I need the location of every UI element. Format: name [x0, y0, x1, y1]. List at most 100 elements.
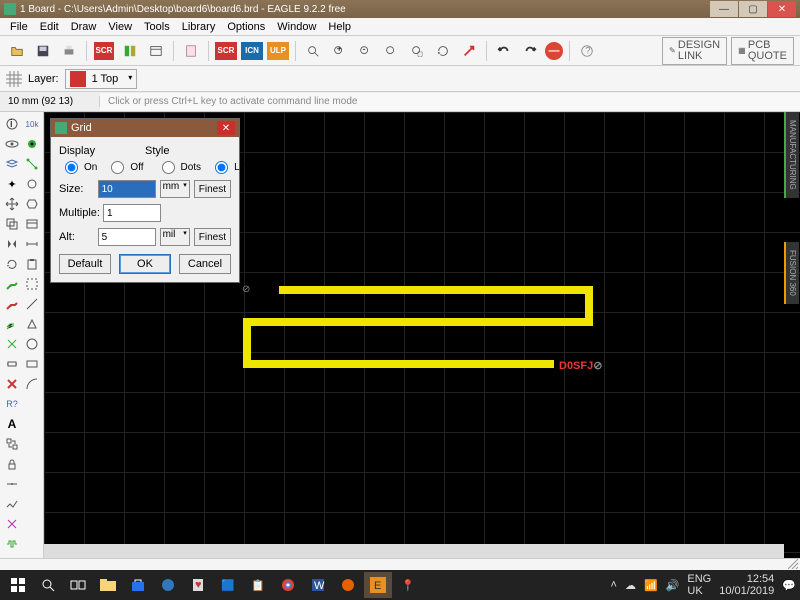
ratsnest-tool[interactable] [3, 515, 21, 533]
menu-view[interactable]: View [102, 21, 138, 33]
attribute-tool[interactable] [23, 215, 41, 233]
mark-tool[interactable]: ✦ [3, 175, 21, 193]
route-tool[interactable] [3, 275, 21, 293]
ok-button[interactable]: OK [119, 254, 171, 274]
route-multi-tool[interactable] [3, 315, 21, 333]
stop-button[interactable]: — [545, 42, 563, 60]
tb-app3[interactable]: 📍 [394, 572, 422, 598]
zoom-redraw-button[interactable] [380, 40, 402, 62]
paste-tool[interactable] [23, 255, 41, 273]
grid-icon[interactable] [6, 71, 22, 87]
resize-grip-icon[interactable] [788, 559, 798, 569]
menu-draw[interactable]: Draw [65, 21, 103, 33]
tray-notifications-icon[interactable]: 💬 [782, 579, 796, 592]
maximize-button[interactable]: ▢ [739, 1, 767, 17]
help-button[interactable]: ? [576, 40, 598, 62]
icn-button[interactable]: ICN [241, 42, 263, 60]
search-button[interactable] [34, 572, 62, 598]
tray-clock[interactable]: 12:5410/01/2019 [719, 573, 774, 597]
name-tool[interactable]: R? [3, 395, 21, 413]
size-finest-button[interactable]: Finest [194, 180, 231, 198]
add-tool[interactable] [3, 355, 21, 373]
optimize-tool[interactable] [3, 495, 21, 513]
style-dots-radio[interactable] [162, 161, 175, 174]
alt-unit-select[interactable]: mil [160, 228, 190, 246]
layers-tool[interactable] [3, 155, 21, 173]
zoom-out-button[interactable]: - [354, 40, 376, 62]
ripup-tool[interactable] [3, 295, 21, 313]
tb-chrome[interactable] [274, 572, 302, 598]
zoom-in-button[interactable]: + [328, 40, 350, 62]
copy-tool[interactable] [3, 215, 21, 233]
print-button[interactable] [58, 40, 80, 62]
design-link-button[interactable]: ✎ DESIGN LINK [662, 37, 727, 65]
close-window-button[interactable]: ✕ [768, 1, 796, 17]
tab-fusion360[interactable]: FUSION 360 [784, 242, 799, 304]
text-tool[interactable]: A [3, 415, 21, 433]
menu-help[interactable]: Help [322, 21, 357, 33]
alt-finest-button[interactable]: Finest [194, 228, 231, 246]
tb-store[interactable] [124, 572, 152, 598]
menu-window[interactable]: Window [271, 21, 322, 33]
cam-button[interactable]: SCR [93, 40, 115, 62]
open-button[interactable] [6, 40, 28, 62]
tray-chevron-icon[interactable]: ˄ [611, 579, 617, 591]
undo-button[interactable] [493, 40, 515, 62]
tray-language[interactable]: ENGUK [687, 573, 711, 597]
redo-zoom-button[interactable] [432, 40, 454, 62]
menu-tools[interactable]: Tools [138, 21, 176, 33]
split-tool[interactable] [3, 475, 21, 493]
cancel-button[interactable] [458, 40, 480, 62]
tb-explorer[interactable] [94, 572, 122, 598]
command-input[interactable]: Click or press Ctrl+L key to activate co… [100, 93, 800, 111]
tb-word[interactable]: W [304, 572, 332, 598]
show-tool[interactable] [3, 135, 21, 153]
menu-edit[interactable]: Edit [34, 21, 65, 33]
replace-tool[interactable] [3, 435, 21, 453]
display-on-radio[interactable] [65, 161, 78, 174]
tray-volume-icon[interactable]: 🔊 [666, 579, 680, 592]
lock-tool[interactable] [3, 455, 21, 473]
dimension-tool[interactable] [23, 235, 41, 253]
save-button[interactable] [32, 40, 54, 62]
delete-tool[interactable] [3, 375, 21, 393]
zoom-select-button[interactable] [406, 40, 428, 62]
redo-button[interactable] [519, 40, 541, 62]
style-lines-radio[interactable] [215, 161, 228, 174]
pcb-quote-button[interactable]: ▦ PCB QUOTE [731, 37, 794, 65]
change-tool[interactable] [23, 195, 41, 213]
sheet-button[interactable] [180, 40, 202, 62]
ulp-button[interactable]: ULP [267, 42, 289, 60]
tray-wifi-icon[interactable]: 📶 [644, 579, 658, 592]
mirror-tool[interactable] [3, 235, 21, 253]
tab-manufacturing[interactable]: MANUFACTURING [784, 112, 799, 198]
library-button[interactable] [145, 40, 167, 62]
board-schematic-button[interactable] [119, 40, 141, 62]
size-unit-select[interactable]: mm [160, 180, 190, 198]
system-tray[interactable]: ˄ ☁ 📶 🔊 ENGUK 12:5410/01/2019 💬 [611, 573, 796, 597]
via-tool[interactable] [23, 135, 41, 153]
menu-library[interactable]: Library [176, 21, 222, 33]
tb-eagle[interactable]: E [364, 572, 392, 598]
dialog-close-button[interactable]: ✕ [217, 121, 235, 135]
arc-tool[interactable] [23, 375, 41, 393]
info-tool[interactable]: i [3, 115, 21, 133]
minimize-button[interactable]: — [710, 1, 738, 17]
tb-solitaire[interactable]: ♥ [184, 572, 212, 598]
group-tool[interactable] [23, 275, 41, 293]
rotate-tool[interactable] [3, 255, 21, 273]
zoom-fit-button[interactable] [302, 40, 324, 62]
menu-file[interactable]: File [4, 21, 34, 33]
signal-tool[interactable] [23, 155, 41, 173]
tb-firefox[interactable] [334, 572, 362, 598]
default-button[interactable]: Default [59, 254, 111, 274]
multiple-input[interactable] [103, 204, 161, 222]
size-input[interactable] [98, 180, 156, 198]
line-tool[interactable] [23, 295, 41, 313]
tb-edge[interactable] [154, 572, 182, 598]
tb-app1[interactable]: 🟦 [214, 572, 242, 598]
polygon-tool[interactable] [23, 315, 41, 333]
meander-tool[interactable] [3, 535, 21, 553]
cancel-dialog-button[interactable]: Cancel [179, 254, 231, 274]
display-off-radio[interactable] [111, 161, 124, 174]
